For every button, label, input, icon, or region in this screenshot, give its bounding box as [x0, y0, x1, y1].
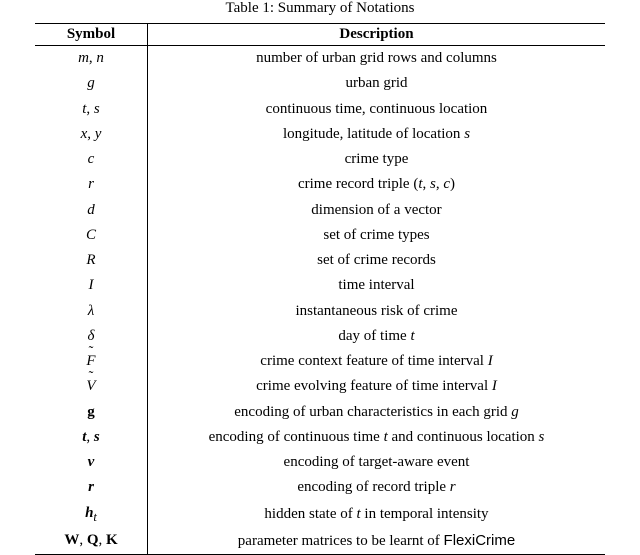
symbol-cell: x, y	[35, 122, 148, 147]
description-cell: crime type	[148, 147, 606, 172]
description-cell: crime context feature of time interval I	[148, 349, 606, 374]
table-caption: Table 1: Summary of Notations	[0, 0, 640, 17]
table-row: t, sencoding of continuous time t and co…	[35, 425, 605, 450]
symbol-cell: c	[35, 147, 148, 172]
table-row: Cset of crime types	[35, 223, 605, 248]
symbol-cell: d	[35, 198, 148, 223]
description-cell: encoding of record triple r	[148, 475, 606, 500]
table-row: λinstantaneous risk of crime	[35, 299, 605, 324]
table-row: hthidden state of t in temporal intensit…	[35, 501, 605, 528]
header-description: Description	[148, 24, 606, 46]
symbol-cell: ˜V	[35, 374, 148, 399]
table-row: ddimension of a vector	[35, 198, 605, 223]
symbol-cell: ht	[35, 501, 148, 528]
description-cell: number of urban grid rows and columns	[148, 46, 606, 72]
symbol-cell: R	[35, 248, 148, 273]
description-cell: continuous time, continuous location	[148, 97, 606, 122]
description-cell: encoding of urban characteristics in eac…	[148, 400, 606, 425]
symbol-cell: g	[35, 71, 148, 96]
table-row: Itime interval	[35, 273, 605, 298]
symbol-cell: λ	[35, 299, 148, 324]
description-cell: instantaneous risk of crime	[148, 299, 606, 324]
table-row: δday of time t	[35, 324, 605, 349]
table-row: vencoding of target-aware event	[35, 450, 605, 475]
table-row: ˜Vcrime evolving feature of time interva…	[35, 374, 605, 399]
description-cell: urban grid	[148, 71, 606, 96]
symbol-cell: g	[35, 400, 148, 425]
notation-table: Symbol Description m, nnumber of urban g…	[35, 23, 605, 555]
description-cell: day of time t	[148, 324, 606, 349]
description-cell: time interval	[148, 273, 606, 298]
description-cell: crime evolving feature of time interval …	[148, 374, 606, 399]
table-row: ccrime type	[35, 147, 605, 172]
description-cell: dimension of a vector	[148, 198, 606, 223]
table-row: gencoding of urban characteristics in ea…	[35, 400, 605, 425]
table-row: rencoding of record triple r	[35, 475, 605, 500]
table-row: ˜Fcrime context feature of time interval…	[35, 349, 605, 374]
description-cell: hidden state of t in temporal intensity	[148, 501, 606, 528]
description-cell: parameter matrices to be learnt of Flexi…	[148, 528, 606, 555]
symbol-cell: t, s	[35, 97, 148, 122]
header-symbol: Symbol	[35, 24, 148, 46]
symbol-cell: W, Q, K	[35, 528, 148, 555]
table-row: W, Q, Kparameter matrices to be learnt o…	[35, 528, 605, 555]
symbol-cell: m, n	[35, 46, 148, 72]
description-cell: set of crime records	[148, 248, 606, 273]
table-row: x, ylongitude, latitude of location s	[35, 122, 605, 147]
symbol-cell: I	[35, 273, 148, 298]
table-row: rcrime record triple (t, s, c)	[35, 172, 605, 197]
description-cell: set of crime types	[148, 223, 606, 248]
symbol-cell: v	[35, 450, 148, 475]
description-cell: encoding of continuous time t and contin…	[148, 425, 606, 450]
table-row: Rset of crime records	[35, 248, 605, 273]
symbol-cell: t, s	[35, 425, 148, 450]
description-cell: crime record triple (t, s, c)	[148, 172, 606, 197]
description-cell: longitude, latitude of location s	[148, 122, 606, 147]
symbol-cell: r	[35, 475, 148, 500]
symbol-cell: C	[35, 223, 148, 248]
table-row: m, nnumber of urban grid rows and column…	[35, 46, 605, 72]
table-header-row: Symbol Description	[35, 24, 605, 46]
description-cell: encoding of target-aware event	[148, 450, 606, 475]
table-row: t, scontinuous time, continuous location	[35, 97, 605, 122]
table-row: gurban grid	[35, 71, 605, 96]
symbol-cell: r	[35, 172, 148, 197]
